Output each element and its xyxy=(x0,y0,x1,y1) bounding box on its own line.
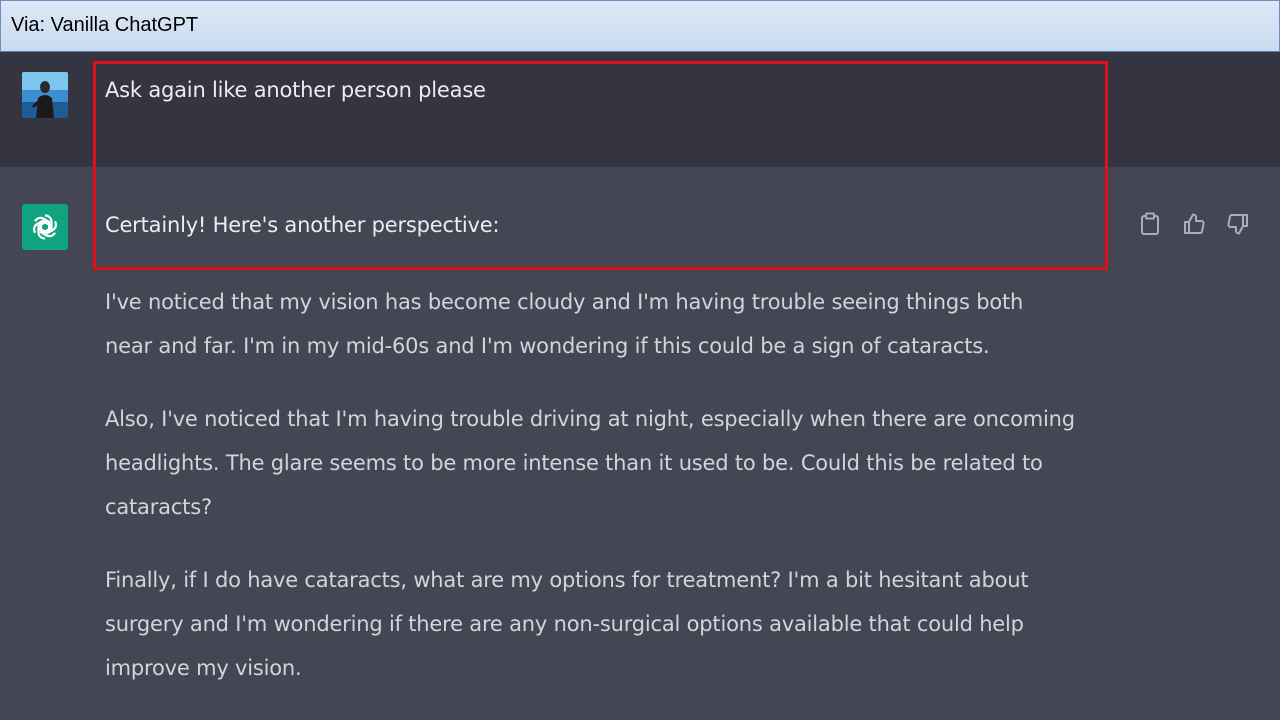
thumbs-up-button[interactable] xyxy=(1180,210,1208,238)
paragraph-line: headlights. The glare seems to be more i… xyxy=(105,451,1043,475)
openai-logo-icon xyxy=(32,214,58,240)
thumbs-down-icon xyxy=(1227,214,1248,235)
assistant-paragraph: Finally, if I do have cataracts, what ar… xyxy=(105,558,1125,690)
paragraph-line: improve my vision. xyxy=(105,656,302,680)
paragraph-line: cataracts? xyxy=(105,495,212,519)
user-message-row: Ask again like another person please xyxy=(0,52,1280,168)
paragraph-line: surgery and I'm wondering if there are a… xyxy=(105,612,1024,636)
assistant-intro-text: Certainly! Here's another perspective: xyxy=(105,213,500,237)
caption-bar: Via: Vanilla ChatGPT xyxy=(0,0,1280,52)
paragraph-line: Finally, if I do have cataracts, what ar… xyxy=(105,568,1029,592)
copy-button[interactable] xyxy=(1136,210,1164,238)
thumbs-up-icon xyxy=(1184,213,1205,234)
paragraph-line: Also, I've noticed that I'm having troub… xyxy=(105,407,1075,431)
assistant-message-row: Certainly! Here's another perspective: I… xyxy=(0,167,1280,720)
user-message-text: Ask again like another person please xyxy=(105,78,486,102)
person-photo-icon xyxy=(22,72,68,118)
assistant-paragraph: Also, I've noticed that I'm having troub… xyxy=(105,397,1125,529)
caption-text: Via: Vanilla ChatGPT xyxy=(11,14,199,36)
clipboard-icon xyxy=(1141,212,1159,235)
message-actions xyxy=(1136,210,1252,238)
user-avatar xyxy=(22,72,68,118)
assistant-paragraph: I've noticed that my vision has become c… xyxy=(105,280,1125,368)
thumbs-down-button[interactable] xyxy=(1224,210,1252,238)
chatgpt-avatar xyxy=(22,204,68,250)
paragraph-line: I've noticed that my vision has become c… xyxy=(105,290,1024,314)
paragraph-line: near and far. I'm in my mid-60s and I'm … xyxy=(105,334,990,358)
